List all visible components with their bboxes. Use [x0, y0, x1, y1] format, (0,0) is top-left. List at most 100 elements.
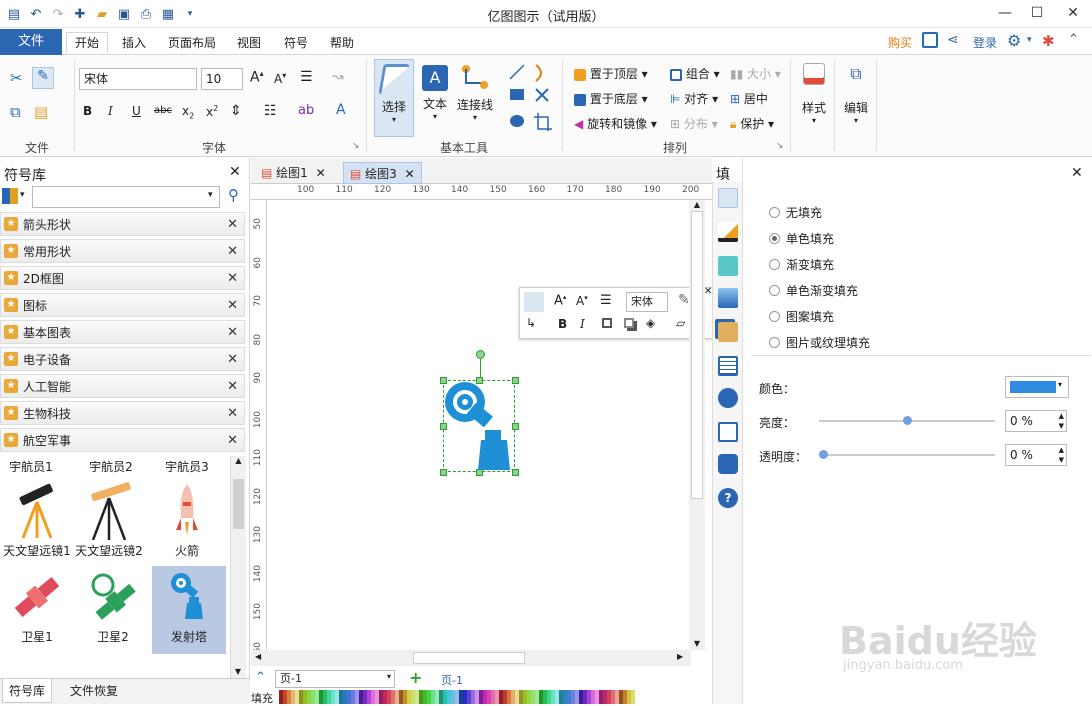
library-menu-dropdown-icon[interactable]: ▾ — [20, 190, 25, 200]
transparency-input[interactable]: 0 % ▲ ▼ — [1005, 444, 1067, 466]
font-size-select[interactable]: 10 — [201, 68, 243, 90]
close-category-icon[interactable]: ✕ — [227, 352, 238, 367]
collapse-up-icon[interactable]: ⌃ — [255, 670, 266, 685]
bold-icon[interactable]: B — [83, 104, 92, 118]
ft-format-painter-icon[interactable]: ✎ — [678, 292, 690, 308]
subscript-icon[interactable]: x2 — [182, 104, 194, 120]
radio-single-gradient-fill[interactable]: 单色渐变填充 — [769, 282, 858, 299]
file-tab[interactable]: 文件 — [0, 29, 62, 55]
symbol-rocket[interactable]: 火箭 — [150, 480, 224, 559]
line-spacing-icon[interactable]: ⇕ — [230, 103, 242, 119]
scroll-down-icon[interactable]: ▼ — [231, 667, 245, 676]
edit-button[interactable]: ⧉ 编辑 ▾ — [838, 63, 874, 125]
library-category[interactable]: ★ 基本图表 ✕ — [0, 320, 245, 344]
rotate-handle[interactable] — [476, 350, 485, 359]
close-category-icon[interactable]: ✕ — [227, 379, 238, 394]
ft-italic-icon[interactable]: I — [580, 317, 585, 331]
search-dropdown-icon[interactable]: ▾ — [208, 190, 213, 200]
scrollbar-thumb[interactable] — [413, 652, 525, 664]
tab-file-recovery[interactable]: 文件恢复 — [68, 679, 120, 703]
close-category-icon[interactable]: ✕ — [227, 271, 238, 286]
symbol-telescope-2[interactable]: 天文望远镜2 — [72, 480, 146, 559]
collapse-ribbon-icon[interactable]: ⌃ — [1068, 32, 1079, 47]
page-select[interactable]: 页-1 — [275, 670, 395, 688]
tab-page-layout[interactable]: 页面布局 — [160, 33, 224, 55]
close-category-icon[interactable]: ✕ — [227, 433, 238, 448]
symbol-label-row1[interactable]: 宇航员3 — [150, 458, 224, 475]
login-link[interactable]: 登录 — [973, 34, 997, 51]
size-button[interactable]: ▮▮ 大小 ▾ — [730, 65, 781, 82]
radio-picture-fill[interactable]: 图片或纹理填充 — [769, 334, 870, 351]
tab-symbol-library[interactable]: 符号库 — [2, 679, 53, 703]
palette-swatch[interactable] — [631, 690, 635, 704]
library-category[interactable]: ★ 航空军事 ✕ — [0, 428, 245, 452]
library-category[interactable]: ★ 人工智能 ✕ — [0, 374, 245, 398]
library-close-icon[interactable]: ✕ — [229, 164, 241, 180]
select-tool-button[interactable]: 选择 ▾ — [374, 59, 414, 137]
spin-arrows-icon[interactable]: ▲ ▼ — [1059, 411, 1064, 431]
close-category-icon[interactable]: ✕ — [227, 325, 238, 340]
add-page-button[interactable]: + — [409, 668, 422, 687]
canvas-vertical-scrollbar[interactable]: ▲ ▼ — [689, 200, 705, 650]
doc-tab-drawing3[interactable]: ▤ 绘图3 ✕ — [343, 162, 422, 184]
library-category[interactable]: ★ 箭头形状 ✕ — [0, 212, 245, 236]
font-dialog-launcher-icon[interactable]: ↘ — [352, 141, 360, 151]
share-icon[interactable]: ⋖ — [947, 32, 959, 48]
library-category[interactable]: ★ 生物科技 ✕ — [0, 401, 245, 425]
close-tab-icon[interactable]: ✕ — [316, 166, 326, 180]
search-icon[interactable]: ⚲ — [228, 186, 239, 204]
line-icon[interactable] — [718, 222, 738, 242]
italic-icon[interactable]: I — [108, 104, 113, 118]
symbol-scrollbar[interactable]: ▲ ▼ — [230, 456, 246, 678]
scroll-up-icon[interactable]: ▲ — [689, 200, 705, 209]
bring-front-button[interactable]: 置于顶层 ▾ — [574, 65, 648, 82]
scroll-up-icon[interactable]: ▲ — [231, 456, 246, 465]
launch-tower-shape[interactable] — [443, 380, 515, 472]
grow-font-icon[interactable]: A▴ — [250, 69, 264, 86]
send-back-button[interactable]: 置于底层 ▾ — [574, 90, 648, 107]
symbol-satellite-1[interactable]: 卫星1 — [0, 566, 74, 645]
ft-send-back-icon[interactable] — [602, 318, 612, 328]
scroll-right-icon[interactable]: ▶ — [677, 652, 683, 661]
ft-bold-icon[interactable]: B — [558, 317, 567, 331]
ft-font-select[interactable]: 宋体 — [626, 292, 668, 312]
close-category-icon[interactable]: ✕ — [227, 406, 238, 421]
center-button[interactable]: ⊞ 居中 — [730, 90, 768, 107]
radio-solid-fill[interactable]: 单色填充 — [769, 230, 834, 247]
settings-dropdown-icon[interactable]: ▾ — [1027, 35, 1032, 45]
layer-icon[interactable] — [718, 322, 738, 342]
format-painter-icon[interactable]: ✎ — [32, 67, 54, 89]
brightness-slider[interactable] — [819, 416, 995, 425]
attachment-icon[interactable] — [718, 422, 738, 442]
library-category[interactable]: ★ 2D框图 ✕ — [0, 266, 245, 290]
brightness-slider-thumb[interactable] — [903, 416, 912, 425]
align-button[interactable]: ⊫ 对齐 ▾ — [670, 90, 718, 107]
scroll-down-icon[interactable]: ▼ — [689, 639, 705, 648]
page-select-dropdown-icon[interactable]: ▾ — [387, 672, 391, 681]
close-category-icon[interactable]: ✕ — [227, 298, 238, 313]
tab-insert[interactable]: 插入 — [114, 33, 154, 55]
ft-bring-front-icon[interactable] — [624, 318, 634, 328]
fill-panel-close-icon[interactable]: ✕ — [1071, 165, 1083, 181]
color-palette[interactable] — [279, 690, 635, 704]
shape-tools-icons[interactable] — [506, 61, 558, 133]
apps-icon[interactable]: ✱ — [1042, 32, 1055, 50]
shadow-icon[interactable] — [718, 256, 738, 276]
close-button[interactable]: ✕ — [1050, 0, 1092, 28]
close-tab-icon[interactable]: ✕ — [405, 167, 415, 181]
cut-icon[interactable]: ✂ — [10, 69, 23, 87]
ft-fill-icon[interactable]: ◈ — [646, 316, 655, 330]
close-category-icon[interactable]: ✕ — [227, 217, 238, 232]
canvas-horizontal-scrollbar[interactable]: ◀ ▶ — [251, 650, 691, 666]
buy-link[interactable]: 购买 — [888, 34, 912, 51]
comment-icon[interactable] — [718, 454, 738, 474]
underline-icon[interactable]: U — [132, 104, 141, 118]
tab-help[interactable]: 帮助 — [322, 33, 362, 55]
scroll-left-icon[interactable]: ◀ — [255, 652, 261, 661]
symbol-label-row1[interactable]: 宇航员1 — [0, 458, 68, 475]
library-search-input[interactable] — [32, 186, 220, 208]
spin-arrows-icon[interactable]: ▲ ▼ — [1059, 445, 1064, 465]
tab-home[interactable]: 开始 — [66, 32, 109, 54]
group-button[interactable]: 组合 ▾ — [670, 65, 720, 82]
bullets-icon[interactable]: ☷ — [264, 103, 277, 119]
